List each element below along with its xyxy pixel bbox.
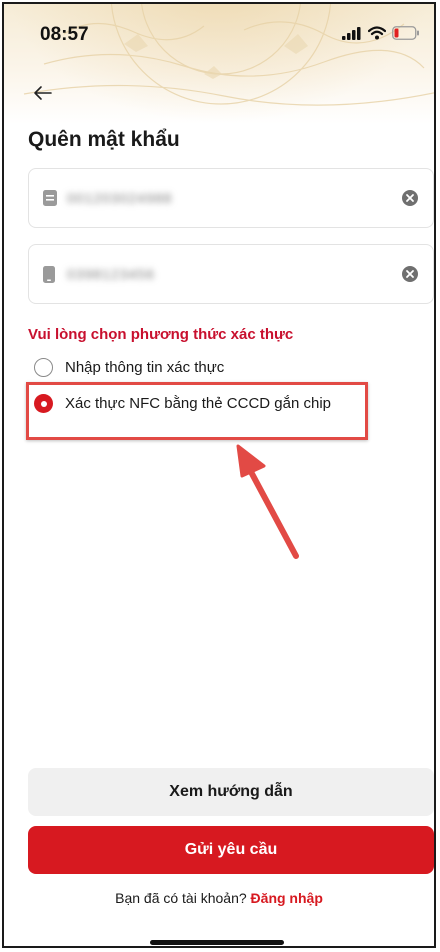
- battery-low-icon: [392, 26, 419, 40]
- home-indicator[interactable]: [150, 940, 284, 945]
- arrow-left-icon: [34, 86, 52, 100]
- view-guide-button[interactable]: Xem hướng dẫn: [28, 768, 434, 816]
- radio-option-label: Nhập thông tin xác thực: [65, 359, 225, 376]
- login-prompt: Bạn đã có tài khoản? Đăng nhập: [4, 890, 434, 906]
- wifi-icon: [368, 26, 386, 40]
- id-number-field[interactable]: 001203024988: [28, 168, 434, 228]
- status-icons: [342, 26, 420, 40]
- back-button[interactable]: [30, 80, 56, 106]
- radio-option-info[interactable]: Nhập thông tin xác thực: [34, 358, 224, 377]
- verification-method-label: Vui lòng chọn phương thức xác thực: [28, 326, 294, 343]
- annotation-highlight-box: [26, 382, 368, 440]
- submit-request-button[interactable]: Gửi yêu cầu: [28, 826, 434, 874]
- phone-number-value: 0398123456: [67, 266, 155, 282]
- id-card-icon: [43, 190, 57, 206]
- status-bar: 08:57: [4, 4, 434, 64]
- phone-number-field[interactable]: 0398123456: [28, 244, 434, 304]
- annotation-arrow-icon: [236, 444, 299, 559]
- phone-icon: [43, 266, 55, 283]
- login-link[interactable]: Đăng nhập: [251, 890, 323, 906]
- cellular-signal-icon: [342, 26, 361, 40]
- login-prompt-text: Bạn đã có tài khoản?: [115, 890, 247, 906]
- radio-unchecked-icon[interactable]: [34, 358, 53, 377]
- clear-icon[interactable]: [401, 265, 419, 283]
- phone-screen: 08:57 Quên mật khẩu 001203024988 0398123…: [2, 2, 436, 948]
- page-title: Quên mật khẩu: [28, 128, 180, 151]
- status-time: 08:57: [40, 24, 89, 45]
- clear-icon[interactable]: [401, 189, 419, 207]
- id-number-value: 001203024988: [67, 190, 173, 206]
